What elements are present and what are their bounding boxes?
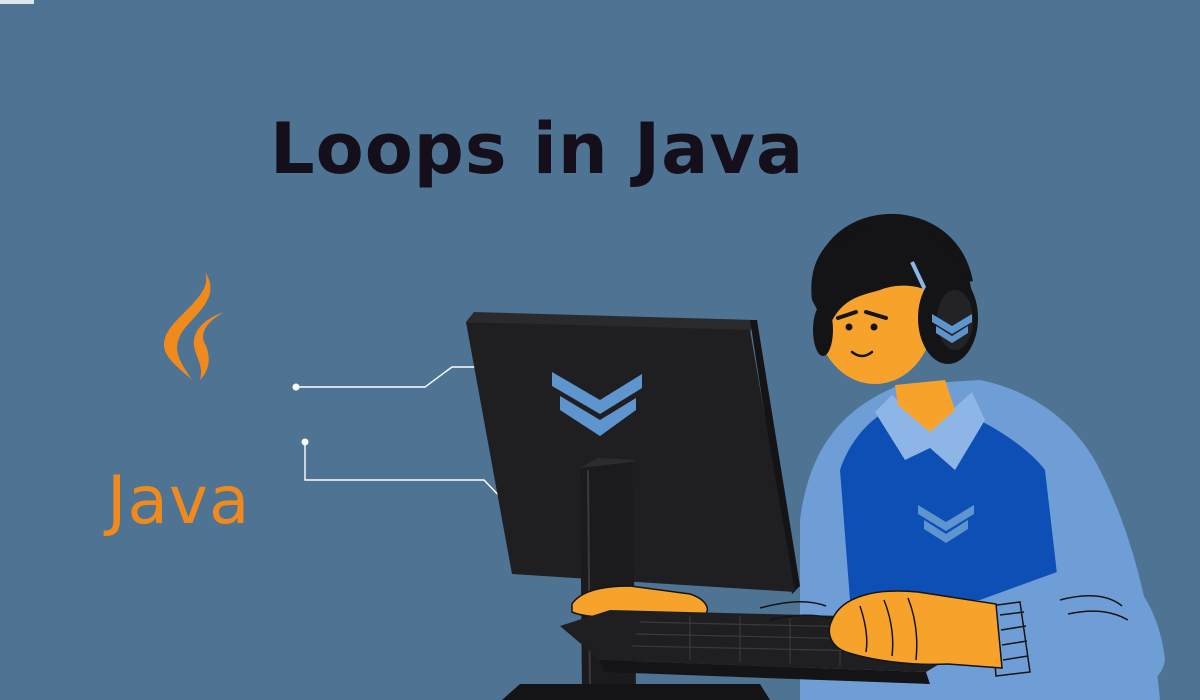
eye: [870, 323, 878, 331]
java-wordmark: Java: [107, 462, 251, 539]
connector-dot: [301, 438, 309, 446]
hero-banner: Loops in Java Java: [0, 0, 1200, 700]
connector-dot: [292, 383, 300, 391]
java-flame-icon: [163, 272, 224, 380]
connector-line-bottom: [304, 442, 507, 504]
illustration: [163, 213, 1165, 700]
monitor-base: [502, 684, 770, 700]
eye: [845, 323, 853, 331]
